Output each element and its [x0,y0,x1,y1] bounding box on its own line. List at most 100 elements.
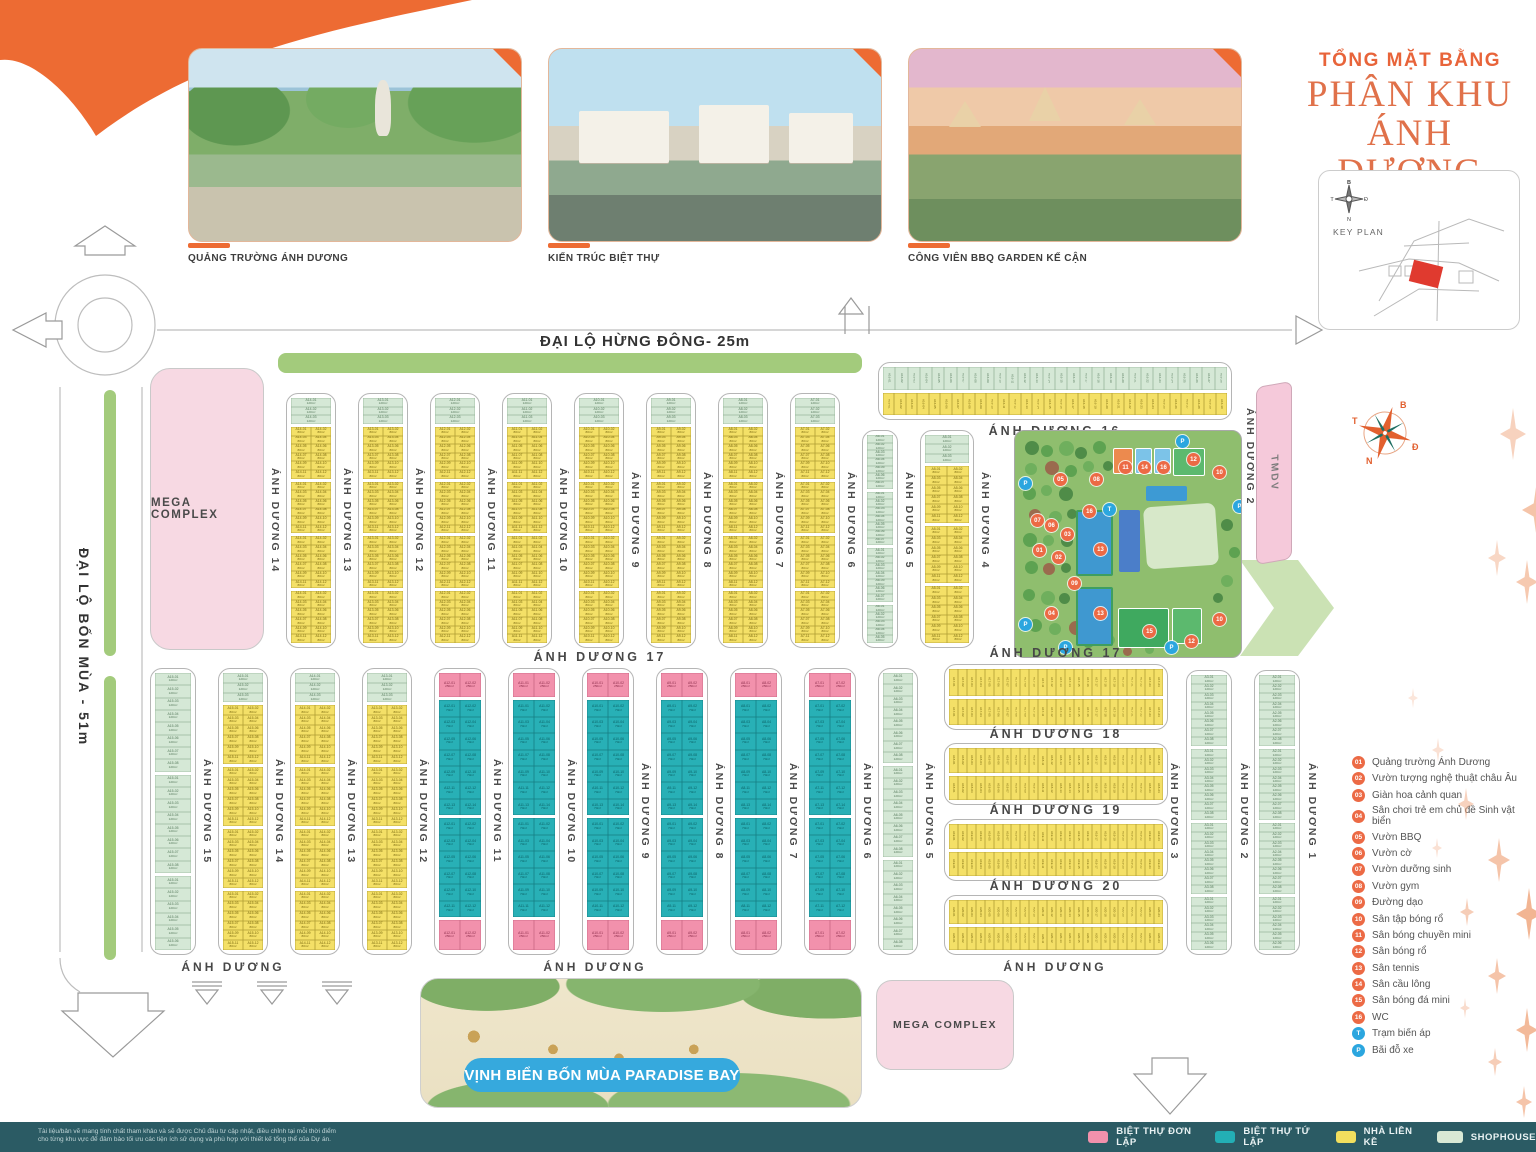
lot-cell: A12-0470m² [460,717,481,733]
lot-cell: A5-1080m² [947,564,969,573]
lot-strip: A5-01120m²A5-02120m²A5-03120m²A5-0180m²A… [920,430,974,648]
lot-cell: A15-1180m² [223,816,243,826]
lot-cell: A3-08120m² [1191,737,1227,746]
lot-cell: A10-1470m² [608,799,629,815]
lot-cell: A9-1280m² [671,634,691,643]
lot-cell: A9-0980m² [651,571,671,580]
lot-cell: A11-1070m² [534,884,555,900]
lot-cell: A16-12 [1009,393,1020,416]
lot-cell: A19-02 [958,824,967,849]
lot-cell: A14-1280m² [311,634,331,643]
lot-cell: A10-0380m² [579,436,599,445]
lot-cell: A12-0680m² [455,554,475,563]
amenity-item: 10Sân tập bóng rổ [1352,913,1536,926]
lot-cell: A7-0980m² [795,571,815,580]
lot-cell: A10-1080m² [599,626,619,635]
lot-group: A8-0180m²A8-0280m²A8-0380m²A8-0480m²A8-0… [723,427,763,479]
lot-group: A12-0180m²A12-0280m²A12-0380m²A12-0480m²… [435,591,475,643]
lot-cell: A17-14 [1065,669,1074,696]
amenity-number-badge: 06 [1352,847,1365,860]
lot-cell: A9-0470m² [682,717,703,733]
amenity-label: Vườn dưỡng sinh [1372,864,1451,875]
lot-group: A11-01250m²A11-02250m² [513,673,555,697]
lot-cell: A13-0680m² [387,911,407,921]
amenity-number-badge: 02 [1352,772,1365,785]
lot-group: A6-01120m²A6-02120m²A6-03120m²A6-04120m²… [883,860,913,950]
lot-cell: A12-0980m² [435,571,455,580]
amenity-number-badge: 13 [1352,962,1365,975]
lot-cell: A12-0480m² [455,490,475,499]
lot-group: A11-0180m²A11-0280m²A11-0380m²A11-0480m²… [507,591,547,643]
lot-cell: A14-0180m² [291,591,311,600]
lot-cell: A16-03 [908,367,920,390]
amenity-label: Sân tennis [1372,963,1419,974]
lot-cell: A12-1180m² [435,525,455,534]
lot-group: A11-0180m²A11-0280m²A11-0380m²A11-0480m²… [507,427,547,479]
lot-cell: A17-21 [1127,669,1136,696]
lot-cell: A19-09 [1020,852,1029,877]
amenity-number-badge: 08 [1352,880,1365,893]
lot-cell: A10-0480m² [599,436,619,445]
amenity-number-badge: 03 [1352,789,1365,802]
lot-cell: A14-03120m² [291,415,331,424]
lot-cell: A13-0280m² [387,829,407,839]
lot-strip: A6-01120m²A6-02120m²A6-03120m²A6-04120m²… [862,430,898,648]
lot-group: A9-01250m²A9-02250m² [661,673,703,697]
lot-cell: A12-0980m² [435,626,455,635]
lot-cell: A8-02250m² [756,920,777,950]
lot-cell: A8-1180m² [723,525,743,534]
lot-cell: A8-1170m² [735,901,756,917]
park-marker-06: 06 [1045,519,1058,532]
lot-strip: A11-01120m²A11-02120m²A11-03120m² A11-018… [502,393,552,648]
lot-cell: A16-26 [1170,393,1181,416]
lot-cell: A9-1270m² [682,901,703,917]
lot-cell: A12-0880m² [455,617,475,626]
lot-cell: A9-0180m² [651,591,671,600]
amenity-item: 08Vườn gym [1352,880,1536,893]
amenity-item: PBãi đỗ xe [1352,1044,1536,1057]
lot-cell: A6-07120m² [883,927,913,938]
lot-cell: A16-13 [1021,393,1032,416]
lot-cell: A16-18 [1092,367,1104,390]
lot-cell: A7-0780m² [795,453,815,462]
lot-cell: A8-0880m² [743,617,763,626]
lot-cell: A15-0880m² [243,797,263,807]
lot-cell: A2-02120m² [1259,832,1295,841]
lot-cell: A15-0280m² [243,891,263,901]
lot-cell: A12-1070m² [460,766,481,782]
lot-group: A11-01120m²A11-02120m²A11-03120m² [507,398,547,424]
lot-cell: A12-0880m² [455,562,475,571]
lot-group: A8-0180m²A8-0280m²A8-0380m²A8-0480m²A8-0… [723,536,763,588]
lot-cell: A9-1470m² [682,799,703,815]
lot-cell: A9-0170m² [661,700,682,716]
lot-cell: A8-0370m² [735,717,756,733]
lot-cell: A5-0880m² [947,615,969,624]
lot-cell: A14-0580m² [295,849,315,859]
lot-cell: A10-0470m² [608,835,629,851]
tree-icon [1041,591,1055,605]
lot-cell: A8-0580m² [723,554,743,563]
lot-cell: A8-0570m² [735,733,756,749]
lot-cell: A13-02120m² [367,683,407,693]
lot-cell: A14-0180m² [295,829,315,839]
lot-cell: A13-0980m² [363,461,383,470]
lot-type-label: NHÀ LIỀN KỀ [1364,1126,1415,1148]
lot-cell: A7-0170m² [809,818,830,834]
lot-cell: A11-0870m² [534,868,555,884]
lot-cell: A9-0280m² [671,536,691,545]
lot-cell: A20-21 [1127,927,1136,951]
lot-cell: A11-0380m² [507,545,527,554]
lot-group: A13-0180m²A13-0280m²A13-0380m²A13-0480m²… [367,891,407,950]
lot-cell: A2-02120m² [1259,684,1295,693]
lot-cell: A6-06120m² [867,473,893,481]
road-label-top: ĐẠI LỘ HỪNG ĐÔNG- 25m [540,333,750,350]
lot-cell: A13-0180m² [363,591,383,600]
lot-cell: A18-24 [1154,776,1163,801]
lot-cell: A14-0880m² [315,797,335,807]
lot-cell: A11-0770m² [513,750,534,766]
lot-cell: A10-1070m² [608,884,629,900]
lot-cell: A13-0580m² [363,499,383,508]
lot-cell: A12-1270m² [460,901,481,917]
lot-cell: A12-0770m² [439,868,460,884]
lot-cell: A15-1080m² [243,868,263,878]
